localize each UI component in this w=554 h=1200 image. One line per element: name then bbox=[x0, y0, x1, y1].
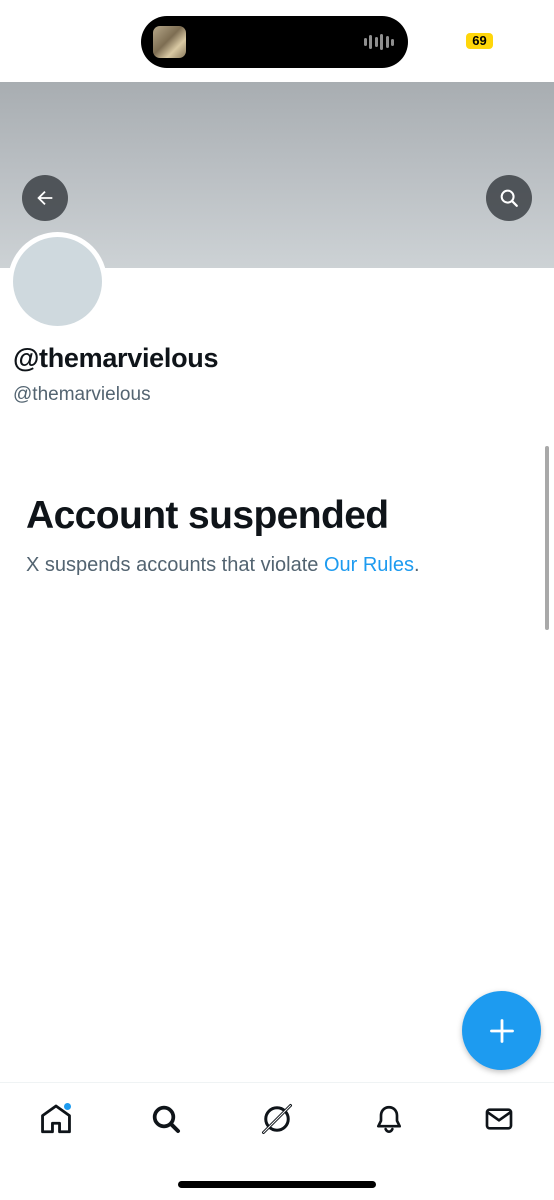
tab-messages[interactable] bbox=[479, 1099, 519, 1139]
audio-waveform-icon bbox=[364, 33, 394, 51]
suspension-message: X suspends accounts that violate Our Rul… bbox=[26, 554, 420, 577]
tab-home[interactable] bbox=[36, 1099, 76, 1139]
search-icon bbox=[152, 1105, 180, 1133]
profile-handle: @themarvielous bbox=[13, 384, 151, 405]
battery-indicator: 69 bbox=[466, 33, 493, 49]
home-indicator[interactable] bbox=[178, 1181, 376, 1188]
scrollbar[interactable] bbox=[545, 446, 549, 630]
tab-notifications[interactable] bbox=[369, 1099, 409, 1139]
arrow-left-icon bbox=[37, 190, 53, 206]
now-playing-artwork bbox=[153, 26, 186, 58]
suspension-message-text: X suspends accounts that violate bbox=[26, 554, 324, 576]
bell-icon bbox=[377, 1105, 401, 1134]
mail-icon bbox=[485, 1108, 513, 1130]
search-button[interactable] bbox=[486, 175, 532, 221]
status-bar: 69 bbox=[0, 0, 554, 82]
tab-search[interactable] bbox=[146, 1099, 186, 1139]
suspension-message-period: . bbox=[414, 554, 420, 576]
suspension-title: Account suspended bbox=[26, 494, 389, 537]
home-new-posts-badge bbox=[63, 1102, 72, 1111]
our-rules-link[interactable]: Our Rules bbox=[324, 554, 414, 576]
default-avatar-placeholder bbox=[13, 237, 102, 326]
avatar[interactable] bbox=[8, 232, 107, 331]
profile-display-name: @themarvielous bbox=[13, 343, 219, 373]
back-button[interactable] bbox=[22, 175, 68, 221]
grok-icon bbox=[262, 1104, 292, 1134]
plus-icon bbox=[489, 1018, 514, 1043]
search-icon bbox=[500, 189, 518, 207]
tab-grok[interactable] bbox=[257, 1099, 297, 1139]
compose-post-button[interactable] bbox=[462, 991, 541, 1070]
dynamic-island[interactable] bbox=[141, 16, 408, 68]
